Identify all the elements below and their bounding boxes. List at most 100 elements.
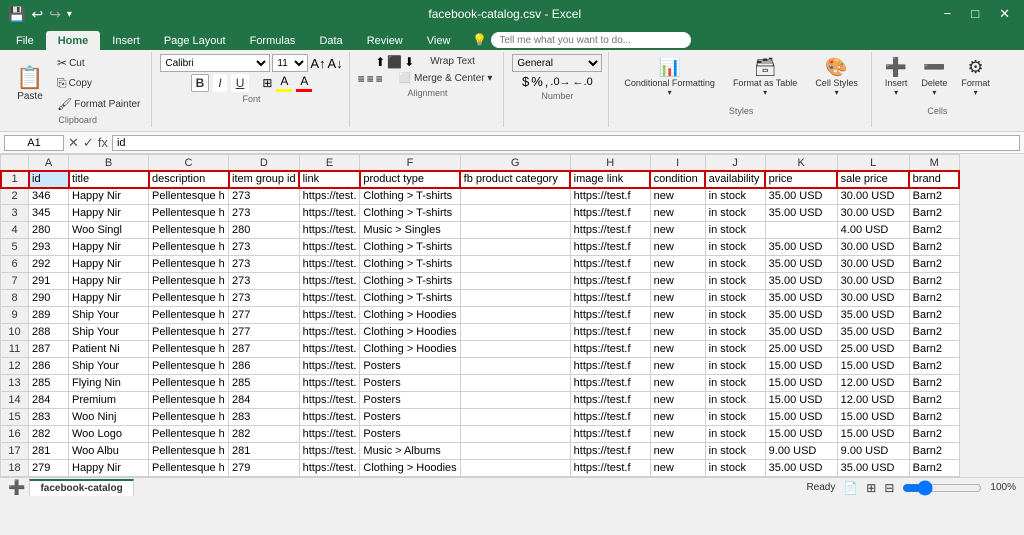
align-left-button[interactable]: ≡ xyxy=(358,72,365,86)
cell-row18-col9[interactable]: in stock xyxy=(705,460,765,477)
borders-button[interactable]: ⊞ xyxy=(262,76,272,90)
cell-row11-col10[interactable]: 25.00 USD xyxy=(765,341,837,358)
format-as-table-button[interactable]: 🗃 Format as Table ▾ xyxy=(726,54,804,104)
cell-row9-col10[interactable]: 35.00 USD xyxy=(765,307,837,324)
cell-row10-col0[interactable]: 288 xyxy=(29,324,69,341)
cell-row9-col4[interactable]: https://test. xyxy=(299,307,360,324)
cell-row6-col3[interactable]: 273 xyxy=(229,256,300,273)
cell-row9-col11[interactable]: 35.00 USD xyxy=(837,307,909,324)
cell-row5-col0[interactable]: 293 xyxy=(29,239,69,256)
cell-row18-col6[interactable] xyxy=(460,460,570,477)
col-header-L[interactable]: L xyxy=(837,155,909,171)
cell-row11-col11[interactable]: 25.00 USD xyxy=(837,341,909,358)
cell-row14-col4[interactable]: https://test. xyxy=(299,392,360,409)
cell-row3-col10[interactable]: 35.00 USD xyxy=(765,205,837,222)
cell-row5-col7[interactable]: https://test.f xyxy=(570,239,650,256)
cell-row3-col4[interactable]: https://test. xyxy=(299,205,360,222)
close-button[interactable]: ✕ xyxy=(993,4,1016,24)
cell-row11-col3[interactable]: 287 xyxy=(229,341,300,358)
cell-row14-col10[interactable]: 15.00 USD xyxy=(765,392,837,409)
font-color-button[interactable]: A xyxy=(296,74,312,92)
cell-row14-col0[interactable]: 284 xyxy=(29,392,69,409)
cell-row10-col9[interactable]: in stock xyxy=(705,324,765,341)
cell-row16-col11[interactable]: 15.00 USD xyxy=(837,426,909,443)
align-top-button[interactable]: ⬆ xyxy=(375,55,385,69)
cell-C1[interactable]: description xyxy=(149,171,229,188)
cell-row7-col5[interactable]: Clothing > T-shirts xyxy=(360,273,460,290)
cell-row16-col2[interactable]: Pellentesque h xyxy=(149,426,229,443)
cell-row13-col2[interactable]: Pellentesque h xyxy=(149,375,229,392)
cell-row12-col4[interactable]: https://test. xyxy=(299,358,360,375)
cell-row4-col10[interactable] xyxy=(765,222,837,239)
add-sheet-button[interactable]: ➕ xyxy=(8,479,25,496)
cell-row15-col0[interactable]: 283 xyxy=(29,409,69,426)
format-painter-button[interactable]: 🖌 Format Painter xyxy=(52,95,145,113)
cell-row9-col1[interactable]: Ship Your xyxy=(69,307,149,324)
page-view-icon[interactable]: 📄 xyxy=(843,481,858,495)
align-center-button[interactable]: ≡ xyxy=(367,72,374,86)
cell-row6-col6[interactable] xyxy=(460,256,570,273)
decrease-font-button[interactable]: A↓ xyxy=(328,56,343,71)
cell-row18-col2[interactable]: Pellentesque h xyxy=(149,460,229,477)
tab-page-layout[interactable]: Page Layout xyxy=(152,31,238,50)
cell-row13-col6[interactable] xyxy=(460,375,570,392)
cell-row10-col4[interactable]: https://test. xyxy=(299,324,360,341)
cell-row15-col8[interactable]: new xyxy=(650,409,705,426)
cell-row6-col12[interactable]: Barn2 xyxy=(909,256,959,273)
cell-styles-button[interactable]: 🎨 Cell Styles ▾ xyxy=(808,54,865,104)
cell-row7-col10[interactable]: 35.00 USD xyxy=(765,273,837,290)
row-num[interactable]: 16 xyxy=(1,426,29,443)
cell-row18-col10[interactable]: 35.00 USD xyxy=(765,460,837,477)
cell-row14-col9[interactable]: in stock xyxy=(705,392,765,409)
cell-row18-col3[interactable]: 279 xyxy=(229,460,300,477)
cell-row2-col0[interactable]: 346 xyxy=(29,188,69,205)
cell-E1[interactable]: link xyxy=(299,171,360,188)
cell-row12-col7[interactable]: https://test.f xyxy=(570,358,650,375)
col-header-G[interactable]: G xyxy=(460,155,570,171)
cell-row8-col9[interactable]: in stock xyxy=(705,290,765,307)
cell-row14-col6[interactable] xyxy=(460,392,570,409)
tab-insert[interactable]: Insert xyxy=(100,31,152,50)
row-num[interactable]: 1 xyxy=(1,171,29,188)
cell-row18-col8[interactable]: new xyxy=(650,460,705,477)
cell-A1[interactable]: id xyxy=(29,171,69,188)
cell-row17-col4[interactable]: https://test. xyxy=(299,443,360,460)
cell-row13-col4[interactable]: https://test. xyxy=(299,375,360,392)
row-num[interactable]: 14 xyxy=(1,392,29,409)
cell-row16-col9[interactable]: in stock xyxy=(705,426,765,443)
zoom-slider[interactable] xyxy=(902,480,982,496)
cell-row11-col5[interactable]: Clothing > Hoodies xyxy=(360,341,460,358)
cell-row10-col7[interactable]: https://test.f xyxy=(570,324,650,341)
cell-row8-col10[interactable]: 35.00 USD xyxy=(765,290,837,307)
merge-center-button[interactable]: ⬜ Merge & Center ▾ xyxy=(394,71,498,86)
cell-row16-col0[interactable]: 282 xyxy=(29,426,69,443)
cell-row10-col3[interactable]: 277 xyxy=(229,324,300,341)
cell-row8-col4[interactable]: https://test. xyxy=(299,290,360,307)
cell-row16-col1[interactable]: Woo Logo xyxy=(69,426,149,443)
tab-file[interactable]: File xyxy=(4,31,46,50)
increase-decimal-button[interactable]: .0→ xyxy=(550,76,570,88)
percent-button[interactable]: % xyxy=(531,74,543,89)
cell-row14-col11[interactable]: 12.00 USD xyxy=(837,392,909,409)
cell-row16-col6[interactable] xyxy=(460,426,570,443)
cell-row4-col2[interactable]: Pellentesque h xyxy=(149,222,229,239)
cell-row2-col11[interactable]: 30.00 USD xyxy=(837,188,909,205)
cell-row12-col3[interactable]: 286 xyxy=(229,358,300,375)
row-num[interactable]: 3 xyxy=(1,205,29,222)
cell-row14-col12[interactable]: Barn2 xyxy=(909,392,959,409)
cell-row4-col0[interactable]: 280 xyxy=(29,222,69,239)
cell-row17-col12[interactable]: Barn2 xyxy=(909,443,959,460)
cell-row16-col3[interactable]: 282 xyxy=(229,426,300,443)
cell-row17-col9[interactable]: in stock xyxy=(705,443,765,460)
cell-row7-col3[interactable]: 273 xyxy=(229,273,300,290)
wrap-text-button[interactable]: Wrap Text xyxy=(425,54,480,69)
cell-row8-col3[interactable]: 273 xyxy=(229,290,300,307)
cell-row3-col12[interactable]: Barn2 xyxy=(909,205,959,222)
cell-row4-col6[interactable] xyxy=(460,222,570,239)
col-header-F[interactable]: F xyxy=(360,155,460,171)
cell-row13-col0[interactable]: 285 xyxy=(29,375,69,392)
row-num[interactable]: 10 xyxy=(1,324,29,341)
format-button[interactable]: ⚙ Format ▾ xyxy=(956,54,995,104)
cell-row9-col12[interactable]: Barn2 xyxy=(909,307,959,324)
cell-row7-col8[interactable]: new xyxy=(650,273,705,290)
